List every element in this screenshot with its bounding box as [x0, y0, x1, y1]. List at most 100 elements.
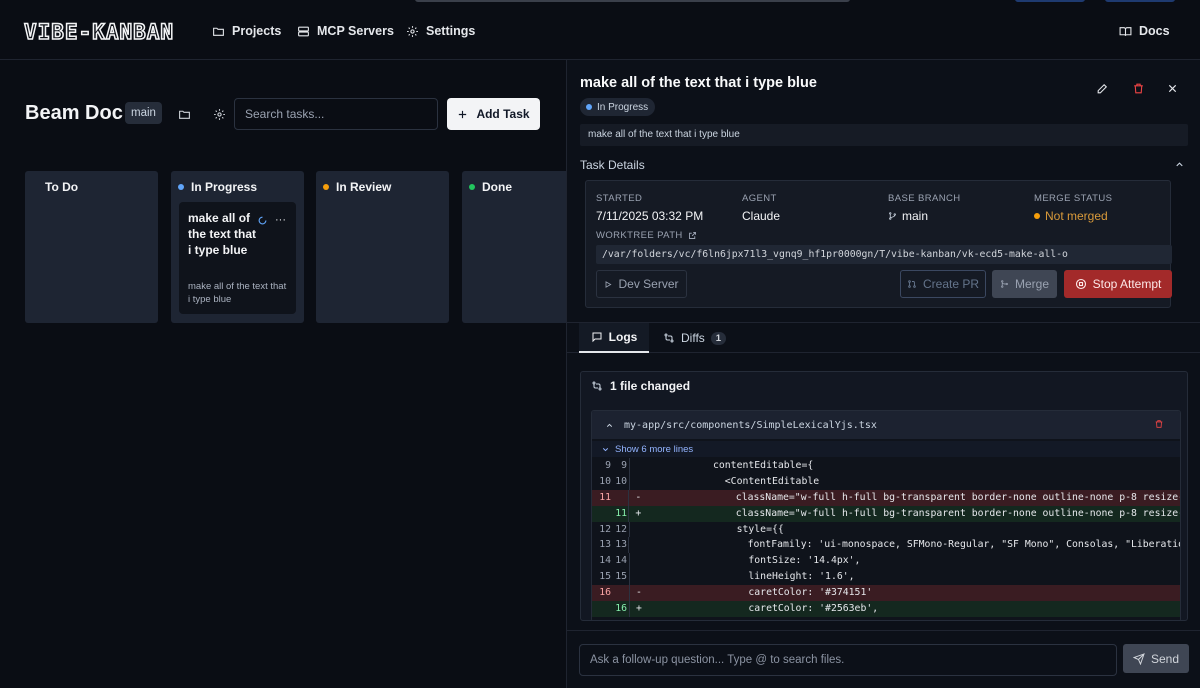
- diff-sign: [630, 522, 646, 538]
- diff-file: my-app/src/components/SimpleLexicalYjs.t…: [591, 410, 1181, 620]
- create-pr-button[interactable]: Create PR: [900, 270, 986, 298]
- diff-line: 15 15 lineHeight: '1.6',: [592, 569, 1180, 586]
- column-header: To Do: [45, 180, 78, 194]
- column-in-review: In Review: [316, 171, 449, 323]
- edit-task-button[interactable]: [1094, 80, 1110, 96]
- status-label: In Progress: [597, 101, 649, 113]
- send-label: Send: [1150, 651, 1180, 666]
- more-options-icon[interactable]: ···: [275, 214, 286, 226]
- column-in-progress: In Progress make all of the text that i …: [171, 171, 304, 323]
- chevron-up-icon[interactable]: [605, 421, 614, 430]
- tab-diffs[interactable]: Diffs 1: [663, 323, 727, 353]
- nav-projects[interactable]: Projects: [212, 24, 281, 38]
- diff-sign: [630, 458, 646, 474]
- merge-button[interactable]: Merge: [992, 270, 1057, 298]
- edit-icon: [1096, 82, 1109, 95]
- diff-view: 1 file changed my-app/src/components/Sim…: [580, 371, 1188, 621]
- nav-mcp-servers[interactable]: MCP Servers: [297, 24, 394, 38]
- git-pull-request-icon: [907, 279, 917, 289]
- chevron-down-icon: [601, 445, 610, 454]
- top-scroll-glow-blue: [1015, 0, 1085, 2]
- followup-composer: Send: [567, 630, 1200, 688]
- code-text: contentEditable={: [654, 460, 814, 471]
- diff-line: 11 - className="w-full h-full bg-transpar…: [592, 489, 1180, 506]
- diff-file-header[interactable]: my-app/src/components/SimpleLexicalYjs.t…: [592, 411, 1180, 439]
- diff-sign: +: [636, 603, 642, 615]
- tab-logs-label: Logs: [608, 330, 638, 344]
- status-dot: [469, 184, 475, 190]
- old-line-number: 9: [605, 460, 611, 471]
- new-line-number: 12: [615, 523, 627, 535]
- diff-summary-text: 1 file changed: [610, 379, 691, 393]
- close-icon: [1167, 83, 1178, 94]
- diff-sign: [630, 553, 646, 569]
- nav-mcp-servers-label: MCP Servers: [317, 24, 394, 38]
- old-line-number: 14: [599, 555, 611, 567]
- task-card-description: make all of the text that i type blue: [188, 281, 287, 305]
- send-icon: [1132, 652, 1145, 665]
- old-line-number: 13: [599, 539, 611, 551]
- dev-server-button[interactable]: Dev Server: [596, 270, 687, 298]
- diff-summary: 1 file changed: [591, 379, 690, 393]
- nav-settings[interactable]: Settings: [406, 24, 475, 38]
- stop-attempt-button[interactable]: Stop Attempt: [1064, 270, 1172, 298]
- old-line-number: 16: [599, 587, 611, 599]
- diff-sign: -: [636, 587, 642, 599]
- close-panel-button[interactable]: [1164, 80, 1180, 96]
- diff-line: 99 contentEditable={: [592, 458, 1180, 474]
- nav-docs[interactable]: Docs: [1119, 24, 1170, 38]
- worktree-path-label: WORKTREE PATH: [596, 230, 697, 241]
- diffs-count-badge: 1: [710, 331, 727, 345]
- diff-sign: +: [635, 507, 642, 519]
- line-numbers: 11: [592, 505, 630, 522]
- new-line-number: 16: [615, 603, 627, 615]
- old-line-number: 12: [599, 523, 611, 535]
- code-text: <ContentEditable: [654, 475, 820, 487]
- stop-attempt-label: Stop Attempt: [1092, 277, 1162, 291]
- new-line-number: 14: [615, 555, 627, 567]
- code-text: caretColor: '#2563eb',: [654, 603, 879, 615]
- diff-line: 14 14 fontSize: '14.4px',: [592, 553, 1180, 570]
- code-text: className="w-full h-full bg-transparent …: [653, 491, 1180, 503]
- line-numbers: 99: [592, 458, 630, 474]
- add-task-button[interactable]: Add Task: [447, 98, 540, 130]
- nav-settings-label: Settings: [426, 24, 476, 38]
- collapse-details-button[interactable]: [1172, 157, 1186, 171]
- line-numbers: 11: [592, 489, 630, 506]
- column-header: Done: [469, 180, 512, 194]
- tab-logs[interactable]: Logs: [579, 323, 649, 353]
- column-done: Done: [462, 171, 566, 323]
- followup-input[interactable]: [579, 644, 1117, 676]
- diff-line: 13 13 fontFamily: 'ui-monospace, SFMono-R…: [592, 537, 1180, 554]
- project-settings-button[interactable]: [211, 106, 227, 122]
- new-line-number: [611, 490, 627, 506]
- git-compare-icon: [663, 332, 675, 344]
- base-branch-text: main: [902, 209, 929, 223]
- git-merge-icon: [1000, 279, 1009, 289]
- nav-projects-label: Projects: [232, 24, 282, 38]
- branch-badge: main: [125, 102, 162, 124]
- trash-icon[interactable]: [1154, 419, 1164, 429]
- line-numbers: 14 14: [592, 553, 630, 570]
- column-todo: To Do: [25, 171, 158, 323]
- line-numbers: 16: [592, 601, 630, 617]
- send-button[interactable]: Send: [1123, 644, 1189, 673]
- task-details-heading: Task Details: [580, 158, 645, 172]
- base-branch-label: BASE BRANCH: [888, 193, 961, 204]
- new-line-number: 9: [621, 460, 627, 471]
- delete-task-button[interactable]: [1130, 80, 1146, 96]
- open-folder-button[interactable]: [176, 106, 192, 122]
- diff-line: 10 10 <ContentEditable: [592, 473, 1180, 490]
- play-icon: [604, 280, 612, 289]
- search-tasks-input[interactable]: [234, 98, 438, 130]
- message-square-icon: [591, 331, 603, 343]
- show-more-lines[interactable]: Show 6 more lines: [592, 441, 1180, 457]
- task-card[interactable]: make all of the text that i type blue ··…: [179, 202, 296, 314]
- app-logo[interactable]: VIBE-KANBAN: [23, 19, 174, 45]
- started-value-text: 7/11/2025 03:32 PM: [596, 209, 704, 223]
- dev-server-label: Dev Server: [618, 277, 679, 291]
- git-branch-icon: [888, 211, 897, 221]
- line-numbers: 10 10: [592, 473, 630, 490]
- external-link-icon[interactable]: [688, 231, 697, 240]
- folder-icon: [212, 25, 225, 38]
